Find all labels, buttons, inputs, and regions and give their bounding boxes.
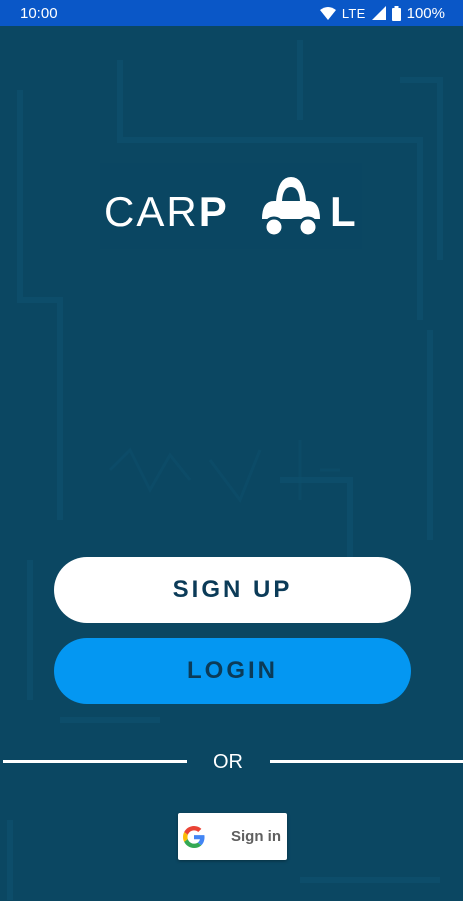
wifi-icon — [319, 6, 336, 20]
status-time: 10:00 — [20, 4, 58, 22]
status-bar: 10:00 LTE 100% — [0, 0, 463, 26]
carpool-logo: CARP L — [100, 163, 362, 249]
login-screen: 10:00 LTE 100% CARP L SIGN UP LOGIN OR S… — [0, 0, 463, 901]
divider-line-left — [3, 760, 187, 763]
car-icon — [262, 177, 320, 238]
signal-icon — [371, 6, 386, 20]
sign-up-button[interactable]: SIGN UP — [54, 557, 411, 623]
divider-line-right — [270, 760, 463, 763]
battery-percent: 100% — [406, 4, 445, 22]
network-type: LTE — [341, 5, 366, 21]
or-divider: OR — [0, 748, 463, 776]
google-sign-in-button[interactable]: Sign in — [178, 813, 287, 860]
status-icons: LTE 100% — [319, 4, 445, 22]
or-label: OR — [213, 751, 243, 773]
login-button[interactable]: LOGIN — [54, 638, 411, 704]
logo-text-l: L — [330, 188, 356, 235]
logo-text: CARP — [104, 191, 229, 233]
google-sign-in-label: Sign in — [231, 828, 281, 845]
logo-text-car: CAR — [104, 188, 199, 235]
google-g-icon — [183, 825, 205, 848]
battery-icon — [391, 5, 401, 21]
logo-text-p: P — [198, 188, 229, 235]
